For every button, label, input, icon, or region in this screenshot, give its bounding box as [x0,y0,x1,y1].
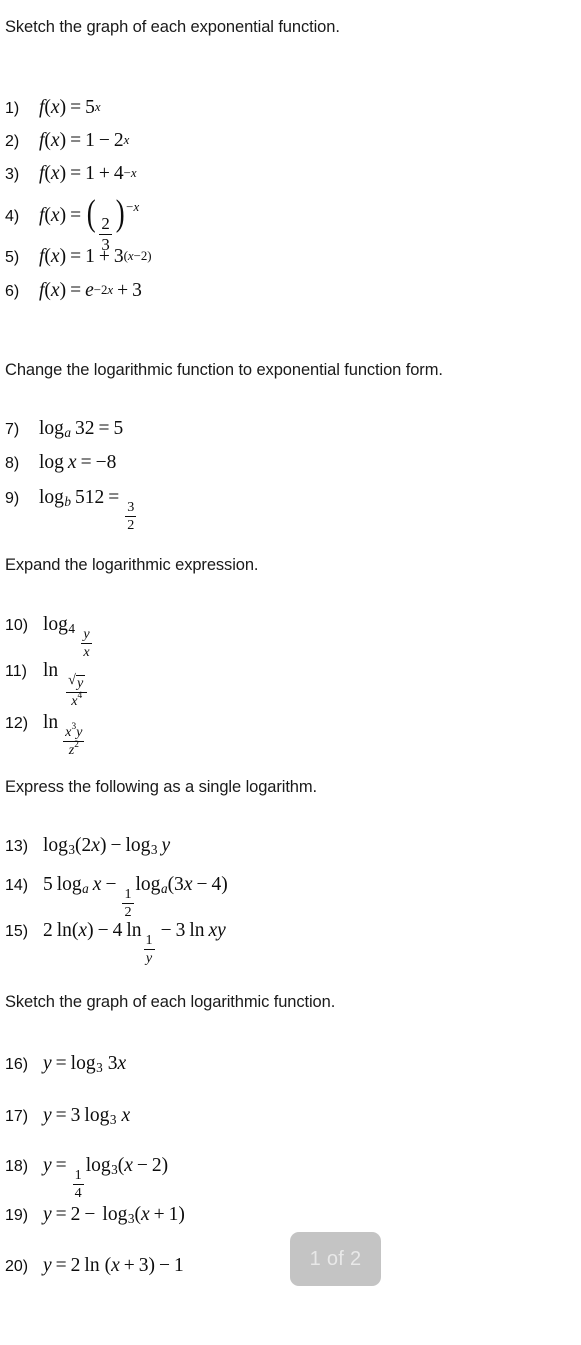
problem-expression: log a 32 = 5 [39,418,124,441]
problem-5: 5) f(x) = 1 +3 (x−2) [5,246,152,268]
problem-number: 2) [5,133,20,150]
problem-20: 20) y = 2 ln(x +3) −1 [5,1255,184,1277]
problem-number: 7) [5,421,20,438]
problem-1: 1) f(x) = 5 x [5,97,101,119]
problem-expression: log x = −8 [39,452,117,473]
section-heading-exponential-graphs: Sketch the graph of each exponential fun… [5,18,340,36]
problem-14: 14) 5 log a x − 12 log a (3 x −4) [5,874,228,920]
problem-expression: f(x) = ( 23 ) −x [39,193,140,254]
section-heading-logarithmic-graphs: Sketch the graph of each logarithmic fun… [5,993,336,1011]
problem-number: 9) [5,490,20,507]
problem-15: 15) 2 ln(x) −4 ln 1y −3 ln xy [5,920,226,966]
problem-number: 15) [5,923,29,940]
problem-10: 10) log 4 yx [5,614,94,659]
problem-expression: f(x) = e −2x +3 [39,280,142,301]
problem-number: 13) [5,838,29,855]
problem-expression: y = log 3 3 x [43,1053,127,1076]
problem-expression: ln x3y z2 [43,712,85,758]
problem-4: 4) f(x) = ( 23 ) −x [5,193,140,254]
problem-17: 17) y = 3 log 3 x [5,1105,130,1127]
problem-expression: f(x) = 5 x [39,97,101,118]
problem-16: 16) y = log 3 3 x [5,1053,126,1075]
section-heading-log-to-exponential: Change the logarithmic function to expon… [5,361,443,379]
problem-number: 19) [5,1207,29,1224]
problem-number: 18) [5,1158,29,1175]
problem-expression: y = 2− log 3(x +1) [43,1204,185,1227]
problem-number: 5) [5,249,20,266]
problem-expression: y = 2 ln(x +3) −1 [43,1255,184,1276]
problem-expression: log 4 yx [43,614,94,659]
problem-expression: f(x) = 1 +4 −x [39,163,137,184]
problem-7: 7) log a 32 = 5 [5,418,123,440]
problem-expression: log 3 (2 x) − log 3 y [43,835,171,858]
problem-expression: ln √ y x4 [43,660,89,708]
section-heading-single-logarithm: Express the following as a single logari… [5,778,318,796]
problem-number: 6) [5,283,20,300]
problem-3: 3) f(x) = 1 +4 −x [5,163,137,185]
problem-expression: 5 log a x − 12 log a (3 x −4) [43,874,228,920]
problem-expression: f(x) = 1 +3 (x−2) [39,246,152,267]
problem-expression: f(x) = 1−2 x [39,130,130,151]
problem-number: 4) [5,208,20,225]
problem-expression: y = 14 log 3(x −2) [43,1155,169,1201]
problem-number: 3) [5,166,20,183]
problem-12: 12) ln x3y z2 [5,712,86,758]
page-indicator-label: 1 of 2 [309,1247,362,1270]
page-indicator-badge: 1 of 2 [290,1232,381,1286]
radical-icon: √ y [68,672,86,691]
problem-number: 11) [5,663,27,680]
problem-9: 9) log b 512 = 32 [5,487,138,533]
problem-13: 13) log 3 (2 x) − log 3 y [5,835,170,857]
problem-6: 6) f(x) = e −2x +3 [5,280,142,302]
section-heading-expand-log: Expand the logarithmic expression. [5,556,259,574]
problem-expression: log b 512 = 32 [39,487,137,533]
problem-expression: 2 ln(x) −4 ln 1y −3 ln xy [43,920,226,966]
problem-number: 1) [5,100,20,117]
problem-8: 8) log x = −8 [5,452,116,474]
problem-18: 18) y = 14 log 3(x −2) [5,1155,169,1201]
problem-11: 11) ln √ y x4 [5,660,89,708]
problem-2: 2) f(x) = 1−2 x [5,130,129,152]
worksheet-page: Sketch the graph of each exponential fun… [0,0,581,1345]
problem-number: 12) [5,715,29,732]
problem-number: 20) [5,1258,29,1275]
problem-number: 14) [5,877,29,894]
problem-number: 16) [5,1056,29,1073]
problem-expression: y = 3 log 3 x [43,1105,131,1128]
problem-number: 8) [5,455,20,472]
problem-number: 17) [5,1108,29,1125]
problem-number: 10) [5,617,29,634]
problem-19: 19) y = 2− log 3(x +1) [5,1204,185,1226]
